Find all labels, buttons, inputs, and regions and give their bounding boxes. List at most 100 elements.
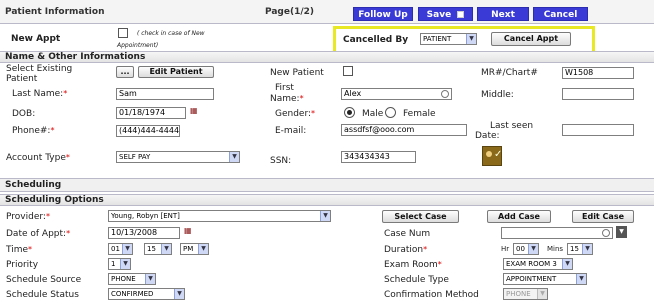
first-name-value: Alex <box>344 89 362 98</box>
chevron-down-icon: ▼ <box>174 289 184 299</box>
gender-label: Gender:* <box>275 109 316 119</box>
new-patient-checkbox[interactable] <box>343 66 353 76</box>
email-label: E-mail: <box>275 126 307 136</box>
first-name-label-1: First <box>275 83 294 93</box>
confirmation-method-select[interactable]: PHONE ▼ <box>503 288 548 300</box>
exam-room-label: Exam Room* <box>384 260 442 270</box>
cancelled-by-label: Cancelled By <box>343 35 409 45</box>
cancel-appt-button[interactable]: Cancel Appt <box>491 32 571 46</box>
schedule-source-select[interactable]: PHONE ▼ <box>108 273 156 285</box>
new-appt-note-2: Appointment) <box>117 42 159 49</box>
dob-label: DOB: <box>12 109 36 119</box>
schedule-status-select[interactable]: CONFIRMED ▼ <box>108 288 185 300</box>
mr-chart-input[interactable]: W1508 <box>562 67 634 79</box>
case-num-input[interactable] <box>501 227 613 239</box>
phone-input[interactable]: (444)444-4444 <box>116 125 180 137</box>
chevron-down-icon: ▼ <box>528 244 538 254</box>
confirmation-method-value: PHONE <box>506 290 531 298</box>
section-scheduling: Scheduling <box>0 178 654 192</box>
schedule-source-value: PHONE <box>111 275 136 283</box>
phone-label: Phone#:* <box>12 126 55 136</box>
last-seen-label-2: Date: <box>475 131 500 141</box>
last-name-label: Last Name:* <box>12 89 68 99</box>
time-ampm-select[interactable]: PM ▼ <box>180 243 209 255</box>
schedule-type-select[interactable]: APPOINTMENT ▼ <box>503 273 587 285</box>
calendar-icon[interactable]: ▦ <box>184 226 194 236</box>
chevron-down-icon: ▼ <box>537 289 547 299</box>
time-hour-value: 01 <box>111 245 120 253</box>
last-seen-label-1: Last seen <box>490 121 534 131</box>
account-type-value: SELF PAY <box>119 153 151 161</box>
date-of-appt-label: Date of Appt:* <box>6 229 71 239</box>
time-label: Time* <box>6 245 33 255</box>
account-type-select[interactable]: SELF PAY ▼ <box>116 151 240 163</box>
section-scheduling-options: Scheduling Options <box>0 194 654 206</box>
duration-hr-select[interactable]: 00 ▼ <box>513 243 539 255</box>
chevron-down-icon: ▼ <box>466 34 476 44</box>
provider-label: Provider:* <box>6 212 50 222</box>
lookup-circle-icon <box>441 90 449 98</box>
first-name-input[interactable]: Alex <box>341 88 452 100</box>
last-name-input[interactable]: Sam <box>116 88 214 100</box>
mr-chart-label: MR#/Chart# <box>481 68 538 78</box>
mins-label: Mins <box>547 245 564 253</box>
schedule-type-value: APPOINTMENT <box>506 275 557 283</box>
chevron-down-icon: ▼ <box>122 244 132 254</box>
schedule-type-label: Schedule Type <box>384 275 449 285</box>
schedule-source-label: Schedule Source <box>6 275 82 285</box>
duration-mins-value: 15 <box>570 245 579 253</box>
cancelled-by-select[interactable]: PATIENT ▼ <box>420 33 477 45</box>
select-case-button[interactable]: Select Case <box>382 210 459 223</box>
new-appt-checkbox[interactable] <box>118 28 128 38</box>
gender-female-label: Female <box>403 109 436 119</box>
floppy-icon <box>457 11 465 18</box>
cancelled-by-value: PATIENT <box>423 35 452 43</box>
calendar-icon[interactable]: ▦ <box>190 106 200 116</box>
dob-input[interactable]: 01/18/1974 <box>116 107 186 119</box>
select-existing-patient-label: Select Existing Patient <box>6 64 73 84</box>
time-ampm-value: PM <box>183 245 194 253</box>
priority-value: 1 <box>111 260 116 268</box>
time-hour-select[interactable]: 01 ▼ <box>108 243 133 255</box>
cancel-button[interactable]: Cancel <box>533 7 588 21</box>
duration-mins-select[interactable]: 15 ▼ <box>567 243 593 255</box>
ssn-label: SSN: <box>270 156 292 166</box>
edit-patient-button[interactable]: Edit Patient <box>138 66 214 78</box>
priority-select[interactable]: 1 ▼ <box>108 258 131 270</box>
middle-name-input[interactable] <box>562 88 634 100</box>
new-appt-note-1: ( check in case of New <box>137 30 205 37</box>
next-button[interactable]: Next <box>477 7 529 21</box>
case-num-label: Case Num <box>384 229 431 239</box>
case-dropdown-button[interactable]: ▼ <box>616 226 627 238</box>
edit-case-button[interactable]: Edit Case <box>572 210 634 223</box>
time-minute-select[interactable]: 15 ▼ <box>144 243 172 255</box>
duration-hr-value: 00 <box>516 245 525 253</box>
last-seen-input[interactable] <box>562 124 634 136</box>
provider-value: Young, Robyn [ENT] <box>111 212 180 220</box>
follow-up-button[interactable]: Follow Up <box>353 7 413 21</box>
account-type-label: Account Type* <box>6 153 70 163</box>
page-indicator: Page(1/2) <box>265 7 315 17</box>
confirmation-method-label: Confirmation Method <box>384 290 479 300</box>
email-input[interactable]: assdfsf@ooo.com <box>341 124 467 136</box>
ssn-input[interactable]: 343434343 <box>341 151 416 163</box>
duration-label: Duration* <box>384 245 428 255</box>
hr-label: Hr <box>501 245 510 253</box>
id-card-icon[interactable]: ✓ <box>482 146 502 166</box>
lookup-circle-icon <box>602 229 610 237</box>
select-patient-dots-button[interactable]: ... <box>116 66 134 78</box>
time-minute-value: 15 <box>147 245 156 253</box>
date-of-appt-input[interactable]: 10/13/2008 <box>108 227 180 239</box>
add-case-button[interactable]: Add Case <box>487 210 551 223</box>
chevron-down-icon: ▼ <box>562 259 572 269</box>
gender-female-radio[interactable] <box>385 107 396 118</box>
page-title: Patient Information <box>5 7 105 17</box>
gender-male-label: Male <box>362 109 384 119</box>
chevron-down-icon: ▼ <box>120 259 130 269</box>
chevron-down-icon: ▼ <box>161 244 171 254</box>
provider-select[interactable]: Young, Robyn [ENT] ▼ <box>108 210 331 222</box>
exam-room-select[interactable]: EXAM ROOM 3 ▼ <box>503 258 573 270</box>
save-button[interactable]: Save <box>418 7 473 21</box>
chevron-down-icon: ▼ <box>229 152 239 162</box>
gender-male-radio[interactable] <box>344 107 355 118</box>
